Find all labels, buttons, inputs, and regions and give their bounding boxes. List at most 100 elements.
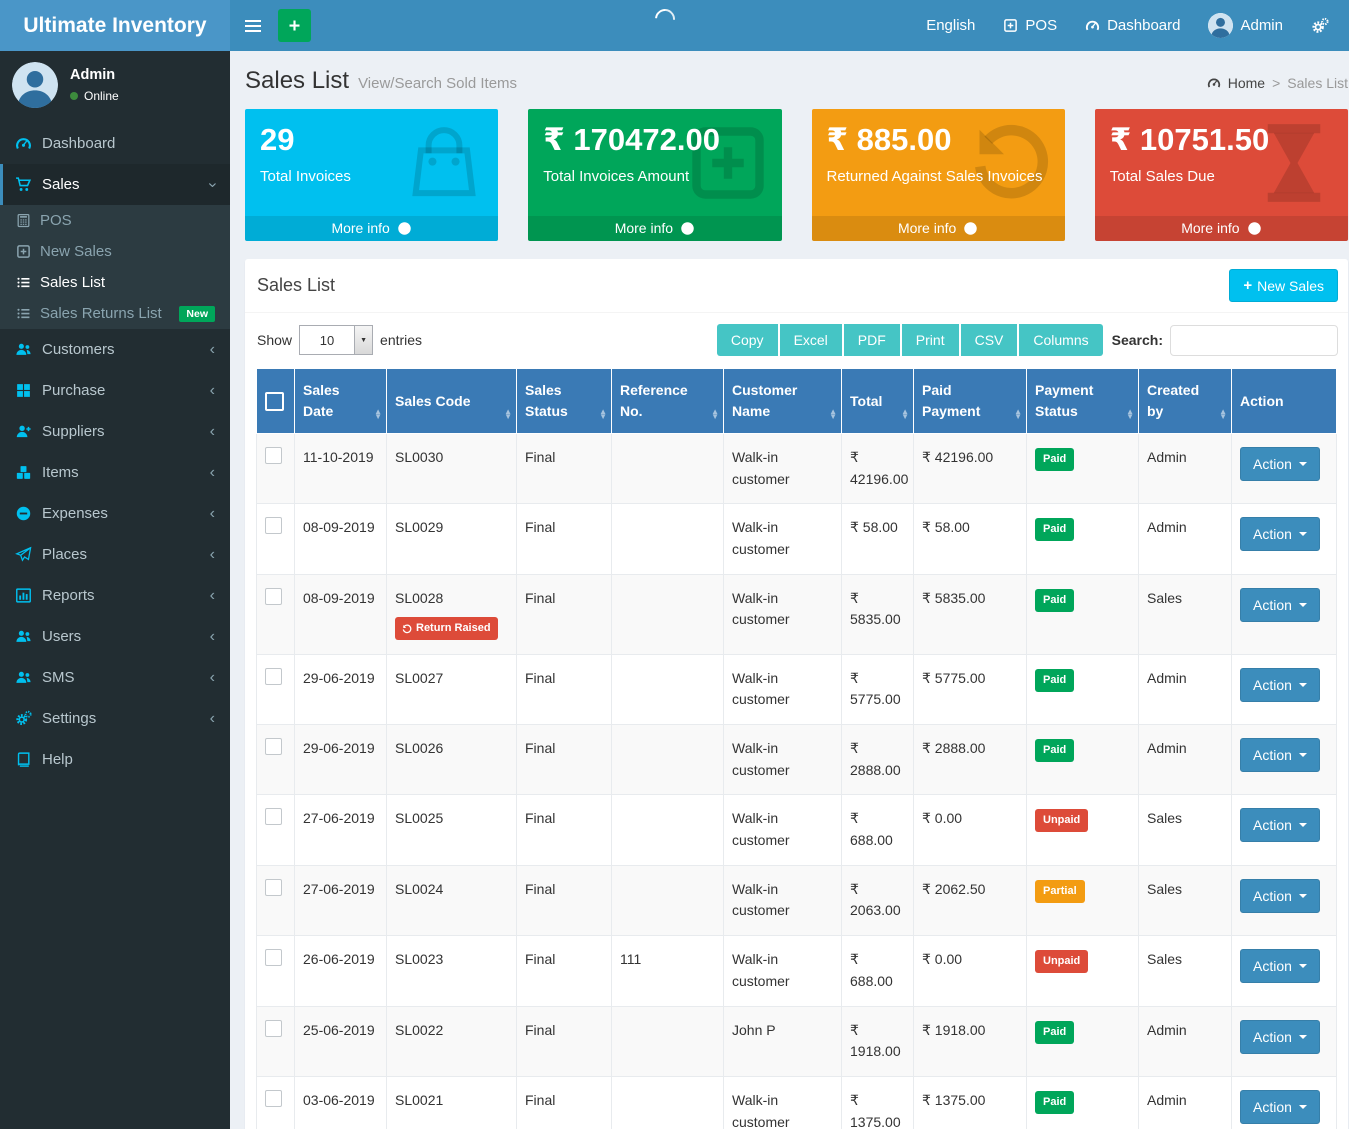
more-info-link[interactable]: More info bbox=[528, 216, 781, 241]
action-button[interactable]: Action bbox=[1240, 517, 1320, 551]
column-header-created-by[interactable]: Created by▲▼ bbox=[1139, 369, 1232, 434]
payment-status-badge: Paid bbox=[1035, 1021, 1074, 1044]
export-csv-button[interactable]: CSV bbox=[961, 324, 1018, 356]
sort-arrows-icon[interactable]: ▲▼ bbox=[504, 410, 512, 420]
column-header-payment-status[interactable]: Payment Status▲▼ bbox=[1027, 369, 1139, 434]
action-button[interactable]: Action bbox=[1240, 1090, 1320, 1124]
sidebar-item-suppliers[interactable]: Suppliers‹ bbox=[0, 411, 230, 452]
sidebar-item-users[interactable]: Users‹ bbox=[0, 616, 230, 657]
language-menu[interactable]: English bbox=[926, 17, 975, 34]
sort-arrows-icon[interactable]: ▲▼ bbox=[901, 410, 909, 420]
export-columns-button[interactable]: Columns bbox=[1019, 324, 1102, 356]
breadcrumb-home[interactable]: Home bbox=[1228, 75, 1265, 91]
action-button[interactable]: Action bbox=[1240, 1020, 1320, 1054]
sort-arrows-icon[interactable]: ▲▼ bbox=[711, 410, 719, 420]
row-checkbox[interactable] bbox=[265, 879, 282, 896]
column-header-sales-status[interactable]: Sales Status▲▼ bbox=[517, 369, 612, 434]
quick-add-button[interactable] bbox=[278, 9, 311, 42]
created-by-cell: Admin bbox=[1139, 654, 1232, 724]
row-checkbox[interactable] bbox=[265, 738, 282, 755]
column-header-sales-code[interactable]: Sales Code▲▼ bbox=[387, 369, 517, 434]
sidebar-item-pos[interactable]: POS bbox=[0, 205, 230, 236]
page-length-select[interactable]: 10 ▼ bbox=[299, 325, 373, 355]
more-info-link[interactable]: More info bbox=[812, 216, 1065, 241]
reference-no-cell: 111 bbox=[612, 936, 724, 1006]
row-checkbox[interactable] bbox=[265, 668, 282, 685]
brand-logo[interactable]: Ultimate Inventory bbox=[0, 0, 230, 51]
sort-arrows-icon[interactable]: ▲▼ bbox=[1126, 410, 1134, 420]
sort-arrows-icon[interactable]: ▲▼ bbox=[374, 410, 382, 420]
row-checkbox[interactable] bbox=[265, 1020, 282, 1037]
export-copy-button[interactable]: Copy bbox=[717, 324, 778, 356]
payment-status-badge: Paid bbox=[1035, 1091, 1074, 1114]
user-menu[interactable]: Admin bbox=[1208, 13, 1283, 38]
action-button[interactable]: Action bbox=[1240, 738, 1320, 772]
sales-code-cell-value: SL0026 bbox=[395, 740, 443, 756]
sidebar-item-help[interactable]: Help bbox=[0, 739, 230, 780]
search-input[interactable] bbox=[1170, 325, 1338, 356]
reference-no-cell bbox=[612, 865, 724, 935]
column-header-paid-payment[interactable]: Paid Payment▲▼ bbox=[914, 369, 1027, 434]
row-checkbox[interactable] bbox=[265, 517, 282, 534]
paid-payment-cell-value: ₹ 1918.00 bbox=[922, 1022, 985, 1038]
sidebar-item-settings[interactable]: Settings‹ bbox=[0, 698, 230, 739]
action-button[interactable]: Action bbox=[1240, 808, 1320, 842]
payment-status-badge: Unpaid bbox=[1035, 809, 1088, 832]
dashboard-link[interactable]: Dashboard bbox=[1085, 17, 1180, 34]
action-button[interactable]: Action bbox=[1240, 668, 1320, 702]
sort-arrows-icon[interactable]: ▲▼ bbox=[829, 410, 837, 420]
action-button[interactable]: Action bbox=[1240, 447, 1320, 481]
pos-link[interactable]: POS bbox=[1003, 17, 1057, 34]
plus-icon: + bbox=[1243, 277, 1252, 294]
sidebar-toggle-button[interactable] bbox=[230, 0, 276, 51]
sort-arrows-icon[interactable]: ▲▼ bbox=[1014, 410, 1022, 420]
sidebar-item-sales-list[interactable]: Sales List bbox=[0, 267, 230, 298]
column-header-customer-name[interactable]: Customer Name▲▼ bbox=[724, 369, 842, 434]
row-checkbox[interactable] bbox=[265, 808, 282, 825]
content-area: Sales List View/Search Sold Items Home >… bbox=[230, 51, 1349, 1129]
action-button[interactable]: Action bbox=[1240, 588, 1320, 622]
sidebar-item-expenses[interactable]: Expenses‹ bbox=[0, 493, 230, 534]
sidebar-item-customers[interactable]: Customers‹ bbox=[0, 329, 230, 370]
customer-name-cell-value: Walk-in customer bbox=[732, 590, 790, 628]
select-all-checkbox[interactable] bbox=[265, 392, 284, 411]
row-checkbox[interactable] bbox=[265, 949, 282, 966]
more-info-label: More info bbox=[1181, 220, 1239, 236]
sort-arrows-icon[interactable]: ▲▼ bbox=[1219, 410, 1227, 420]
new-sales-button[interactable]: + New Sales bbox=[1229, 269, 1338, 302]
more-info-link[interactable]: More info bbox=[1095, 216, 1348, 241]
sidebar-item-sales[interactable]: Sales‹ bbox=[0, 164, 230, 205]
more-info-link[interactable]: More info bbox=[245, 216, 498, 241]
caret-down-icon bbox=[1299, 964, 1307, 968]
table-row: 11-10-2019SL0030FinalWalk-in customer₹ 4… bbox=[257, 434, 1337, 504]
sidebar-item-dashboard[interactable]: Dashboard bbox=[0, 123, 230, 164]
export-excel-button[interactable]: Excel bbox=[780, 324, 842, 356]
column-header-reference-no[interactable]: Reference No.▲▼ bbox=[612, 369, 724, 434]
action-label: Action bbox=[1253, 597, 1292, 613]
column-header-total[interactable]: Total▲▼ bbox=[842, 369, 914, 434]
export-pdf-button[interactable]: PDF bbox=[844, 324, 900, 356]
sidebar-item-sales-returns-list[interactable]: Sales Returns ListNew bbox=[0, 298, 230, 329]
export-print-button[interactable]: Print bbox=[902, 324, 959, 356]
sidebar-item-reports[interactable]: Reports‹ bbox=[0, 575, 230, 616]
paid-payment-cell: ₹ 1918.00 bbox=[914, 1006, 1027, 1076]
action-button[interactable]: Action bbox=[1240, 949, 1320, 983]
sidebar-item-sms[interactable]: SMS‹ bbox=[0, 657, 230, 698]
row-checkbox[interactable] bbox=[265, 588, 282, 605]
settings-menu[interactable] bbox=[1311, 17, 1329, 35]
action-button[interactable]: Action bbox=[1240, 879, 1320, 913]
sidebar-item-places[interactable]: Places‹ bbox=[0, 534, 230, 575]
action-cell: Action bbox=[1232, 795, 1337, 865]
row-checkbox[interactable] bbox=[265, 1090, 282, 1107]
sidebar-item-purchase[interactable]: Purchase‹ bbox=[0, 370, 230, 411]
column-header-sales-date[interactable]: Sales Date▲▼ bbox=[295, 369, 387, 434]
sidebar-item-new-sales[interactable]: New Sales bbox=[0, 236, 230, 267]
new-sales-icon bbox=[16, 244, 31, 259]
row-checkbox[interactable] bbox=[265, 447, 282, 464]
sidebar-item-label: Dashboard bbox=[42, 135, 115, 152]
sort-arrows-icon[interactable]: ▲▼ bbox=[599, 410, 607, 420]
row-select-cell bbox=[257, 574, 295, 654]
sales-code-cell-value: SL0024 bbox=[395, 881, 443, 897]
sidebar-item-items[interactable]: Items‹ bbox=[0, 452, 230, 493]
sales-status-cell-value: Final bbox=[525, 519, 555, 535]
